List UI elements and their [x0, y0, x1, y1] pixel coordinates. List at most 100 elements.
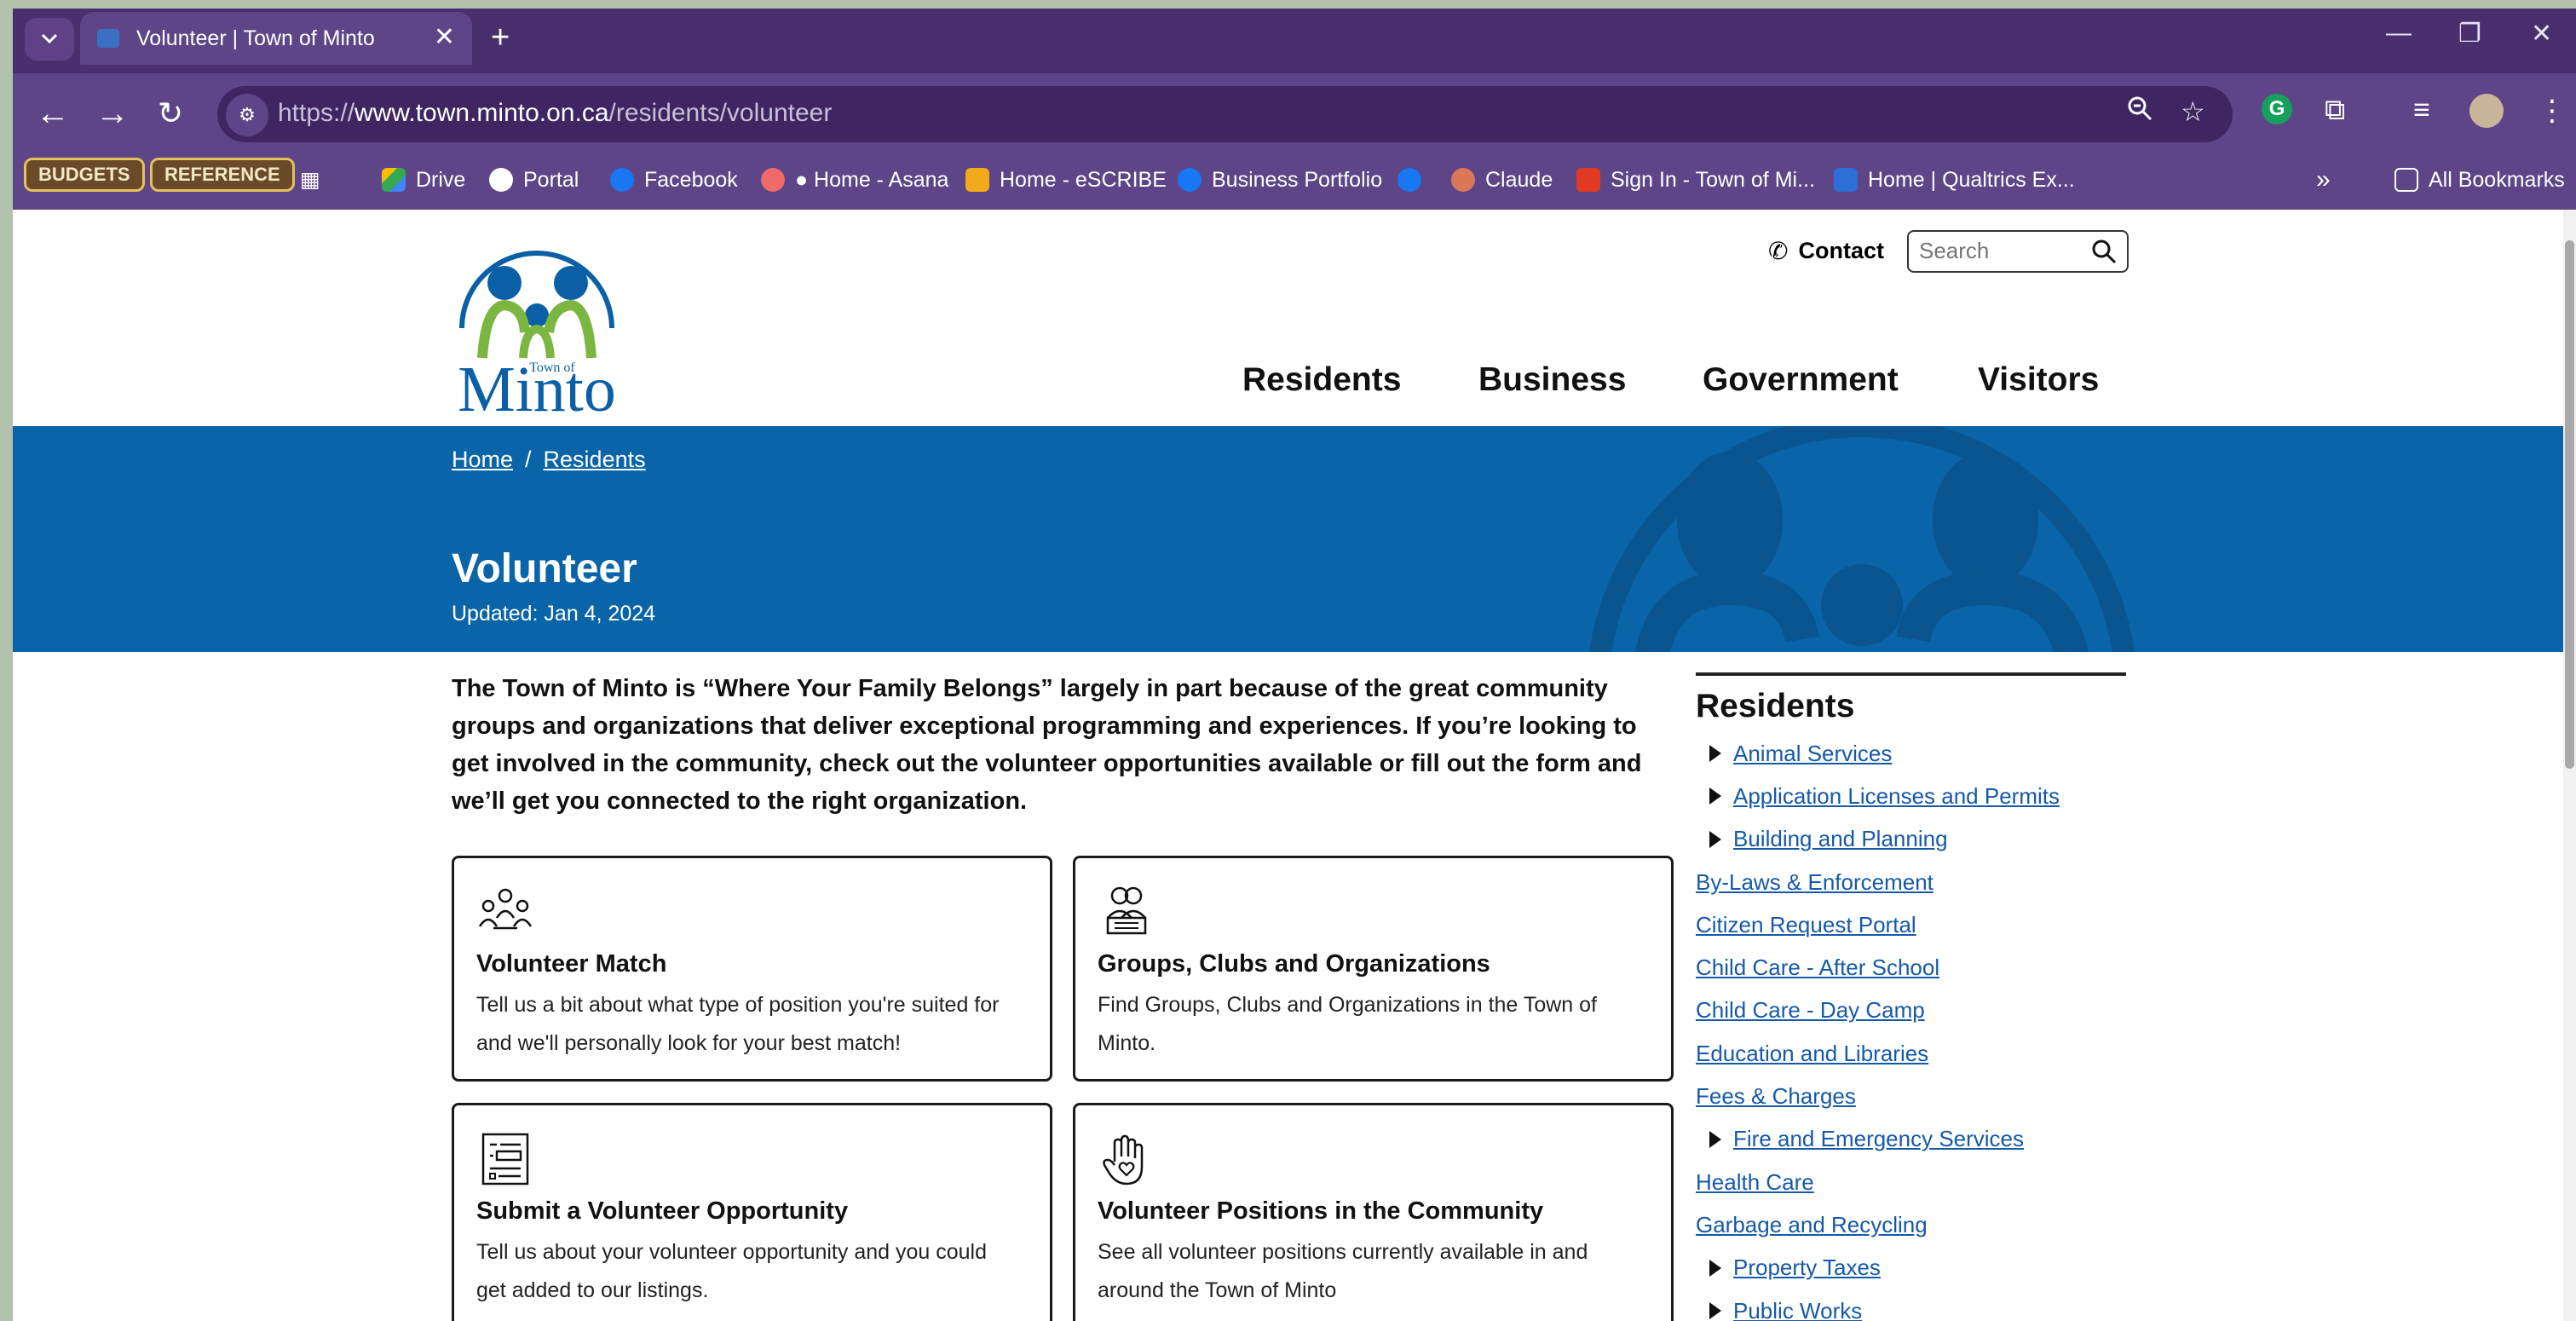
apps-grid-icon[interactable]: ▦: [300, 161, 320, 199]
card-submit-opportunity[interactable]: Submit a Volunteer Opportunity Tell us a…: [452, 1103, 1052, 1321]
sidebar-item[interactable]: Health Care: [1696, 1161, 2126, 1203]
contact-link[interactable]: ✆ Contact: [1768, 237, 1884, 265]
sidebar-item[interactable]: Education and Libraries: [1696, 1032, 2126, 1075]
bookmark-meta[interactable]: [1397, 161, 1421, 199]
sidebar-item-link[interactable]: By-Laws & Enforcement: [1696, 869, 1933, 896]
grammarly-icon[interactable]: G: [2262, 94, 2292, 124]
sidebar-list: Animal Services Application Licenses and …: [1696, 732, 2126, 1321]
form-icon: [481, 1133, 529, 1185]
sidebar-item-link[interactable]: Child Care - Day Camp: [1696, 997, 1925, 1024]
search-input[interactable]: [1919, 232, 2081, 269]
sidebar-item[interactable]: Garbage and Recycling: [1696, 1203, 2126, 1246]
expand-triangle-icon[interactable]: [1709, 830, 1721, 848]
sidebar-item-link[interactable]: Fees & Charges: [1696, 1083, 1856, 1110]
sidebar-item[interactable]: By-Laws & Enforcement: [1696, 861, 2126, 903]
new-tab-button[interactable]: +: [491, 20, 510, 55]
scrollbar-thumb[interactable]: [2565, 240, 2574, 769]
sidebar-item[interactable]: Application Licenses and Permits: [1696, 775, 2126, 817]
window-close-icon[interactable]: ✕: [2531, 19, 2552, 49]
sidebar-item[interactable]: Child Care - After School: [1696, 946, 2126, 989]
hero-banner: [13, 426, 2563, 652]
bookmark-claude[interactable]: Claude: [1451, 161, 1553, 199]
bookmark-escribe[interactable]: Home - eSCRIBE: [965, 161, 1167, 199]
bookmark-facebook[interactable]: Facebook: [610, 161, 738, 199]
card-description: Tell us about your volunteer opportunity…: [476, 1240, 987, 1302]
sidebar-item-link[interactable]: Child Care - After School: [1696, 955, 1939, 981]
breadcrumb-residents[interactable]: Residents: [544, 447, 646, 472]
extensions-icon[interactable]: ⧉: [2325, 94, 2345, 127]
more-menu-icon[interactable]: ⋮: [2538, 94, 2567, 128]
tab-search-button[interactable]: [25, 18, 74, 61]
sidebar-item-link[interactable]: Education and Libraries: [1696, 1041, 1928, 1067]
hero-watermark-icon: [1589, 426, 2135, 652]
reading-list-icon[interactable]: ≡: [2413, 94, 2430, 127]
drive-icon: [382, 168, 406, 192]
globe-icon: [489, 168, 513, 192]
site-settings-icon[interactable]: ⚙: [226, 94, 268, 136]
search-icon[interactable]: [2091, 239, 2117, 264]
svg-text:Town of: Town of: [529, 361, 575, 375]
restore-icon[interactable]: ❐: [2458, 19, 2481, 49]
sidebar-item[interactable]: Public Works: [1696, 1289, 2126, 1321]
forward-arrow-icon[interactable]: →: [95, 92, 130, 135]
reload-icon[interactable]: ↻: [158, 92, 183, 135]
sidebar-item-link[interactable]: Public Works: [1733, 1298, 1862, 1321]
card-description: Tell us a bit about what type of positio…: [476, 993, 1000, 1055]
more-bookmarks-icon[interactable]: »: [2316, 161, 2331, 199]
bookmark-star-icon[interactable]: ☆: [2181, 95, 2205, 128]
web-page: Minto Town of ✆ Contact Residents Busine…: [13, 210, 2563, 1321]
card-volunteer-match[interactable]: Volunteer Match Tell us a bit about what…: [452, 856, 1052, 1082]
url-text[interactable]: https://www.town.minto.on.ca/residents/v…: [278, 99, 832, 128]
sidebar-title: Residents: [1696, 688, 1855, 724]
sidebar-item-link[interactable]: Citizen Request Portal: [1696, 912, 1916, 938]
sidebar-item[interactable]: Building and Planning: [1696, 818, 2126, 861]
sidebar-item-link[interactable]: Animal Services: [1733, 741, 1892, 767]
expand-triangle-icon[interactable]: [1709, 787, 1721, 805]
town-of-minto-logo[interactable]: Minto Town of: [452, 230, 622, 425]
meta-icon: [1178, 168, 1202, 192]
bookmark-portal[interactable]: Portal: [489, 161, 579, 199]
card-groups-clubs[interactable]: Groups, Clubs and Organizations Find Gro…: [1073, 856, 1674, 1082]
tab-close-icon[interactable]: ✕: [434, 22, 455, 52]
bookmark-folder-budgets[interactable]: BUDGETS: [24, 158, 145, 192]
bookmark-asana[interactable]: ● Home - Asana: [761, 161, 948, 199]
sidebar-divider: [1696, 672, 2126, 676]
nav-business[interactable]: Business: [1478, 361, 1626, 399]
sidebar-item[interactable]: Fire and Emergency Services: [1696, 1118, 2126, 1161]
nav-residents[interactable]: Residents: [1242, 361, 1401, 399]
profile-avatar[interactable]: [2469, 94, 2504, 128]
expand-triangle-icon[interactable]: [1709, 1259, 1721, 1277]
nav-visitors[interactable]: Visitors: [1978, 361, 2099, 399]
escribe-icon: [965, 168, 989, 192]
sidebar-item-link[interactable]: Building and Planning: [1733, 826, 1948, 852]
bookmark-business-portfolio[interactable]: Business Portfolio: [1178, 161, 1382, 199]
breadcrumb-home[interactable]: Home: [452, 447, 513, 472]
sidebar-item-link[interactable]: Property Taxes: [1733, 1255, 1881, 1281]
sidebar-item-link[interactable]: Fire and Emergency Services: [1733, 1126, 2024, 1152]
nav-government[interactable]: Government: [1703, 361, 1899, 399]
sidebar-item-link[interactable]: Garbage and Recycling: [1696, 1212, 1928, 1238]
civic-icon: [1576, 168, 1600, 192]
qualtrics-icon: [1834, 168, 1858, 192]
expand-triangle-icon[interactable]: [1709, 1130, 1721, 1148]
sidebar-item[interactable]: Fees & Charges: [1696, 1075, 2126, 1117]
browser-tab-active[interactable]: Volunteer | Town of Minto ✕: [80, 12, 472, 65]
minimize-icon[interactable]: —: [2386, 19, 2412, 48]
card-volunteer-positions[interactable]: Volunteer Positions in the Community See…: [1073, 1103, 1674, 1321]
sidebar-item[interactable]: Property Taxes: [1696, 1247, 2126, 1289]
bookmark-qualtrics[interactable]: Home | Qualtrics Ex...: [1834, 161, 2075, 199]
bookmark-folder-reference[interactable]: REFERENCE: [150, 158, 295, 192]
sidebar-item-link[interactable]: Health Care: [1696, 1169, 1814, 1196]
sidebar-item[interactable]: Child Care - Day Camp: [1696, 989, 2126, 1032]
bookmark-sign-in[interactable]: Sign In - Town of Mi...: [1576, 161, 1815, 199]
bookmark-drive[interactable]: Drive: [382, 161, 465, 199]
expand-triangle-icon[interactable]: [1709, 1302, 1721, 1319]
minto-logo-icon: Minto Town of: [458, 251, 616, 425]
zoom-icon[interactable]: [2127, 95, 2152, 128]
sidebar-item[interactable]: Citizen Request Portal: [1696, 903, 2126, 946]
all-bookmarks[interactable]: All Bookmarks: [2394, 161, 2565, 199]
sidebar-item-link[interactable]: Application Licenses and Permits: [1733, 783, 2060, 810]
sidebar-item[interactable]: Animal Services: [1696, 732, 2126, 775]
expand-triangle-icon[interactable]: [1709, 745, 1721, 763]
back-arrow-icon[interactable]: ←: [36, 92, 70, 135]
